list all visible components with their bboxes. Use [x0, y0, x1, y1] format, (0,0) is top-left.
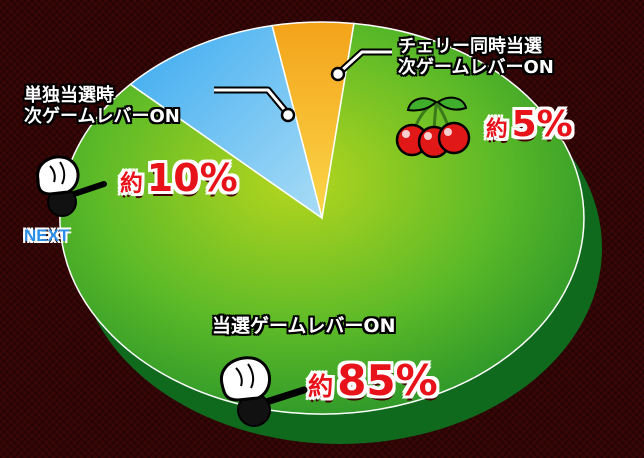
next-label: NEXT	[24, 226, 70, 245]
slice-label-single: 単独当選時 次ゲームレバーON	[24, 85, 180, 127]
lever-hand-icon	[36, 155, 107, 217]
slice-value-single: 約 10%	[120, 156, 238, 200]
cherry-icon	[395, 96, 471, 158]
slice-label-win: 当選ゲームレバーON	[212, 315, 396, 337]
leader-dot-5	[330, 66, 346, 82]
slice-value-win: 約85%	[308, 356, 438, 405]
slice-label-cherry: チェリー同時当選 次ゲームレバーON	[398, 36, 554, 78]
slice-value-cherry: 約 5%	[486, 104, 573, 145]
leader-dot-10	[280, 107, 296, 123]
lever-hand-icon-large	[220, 356, 308, 427]
